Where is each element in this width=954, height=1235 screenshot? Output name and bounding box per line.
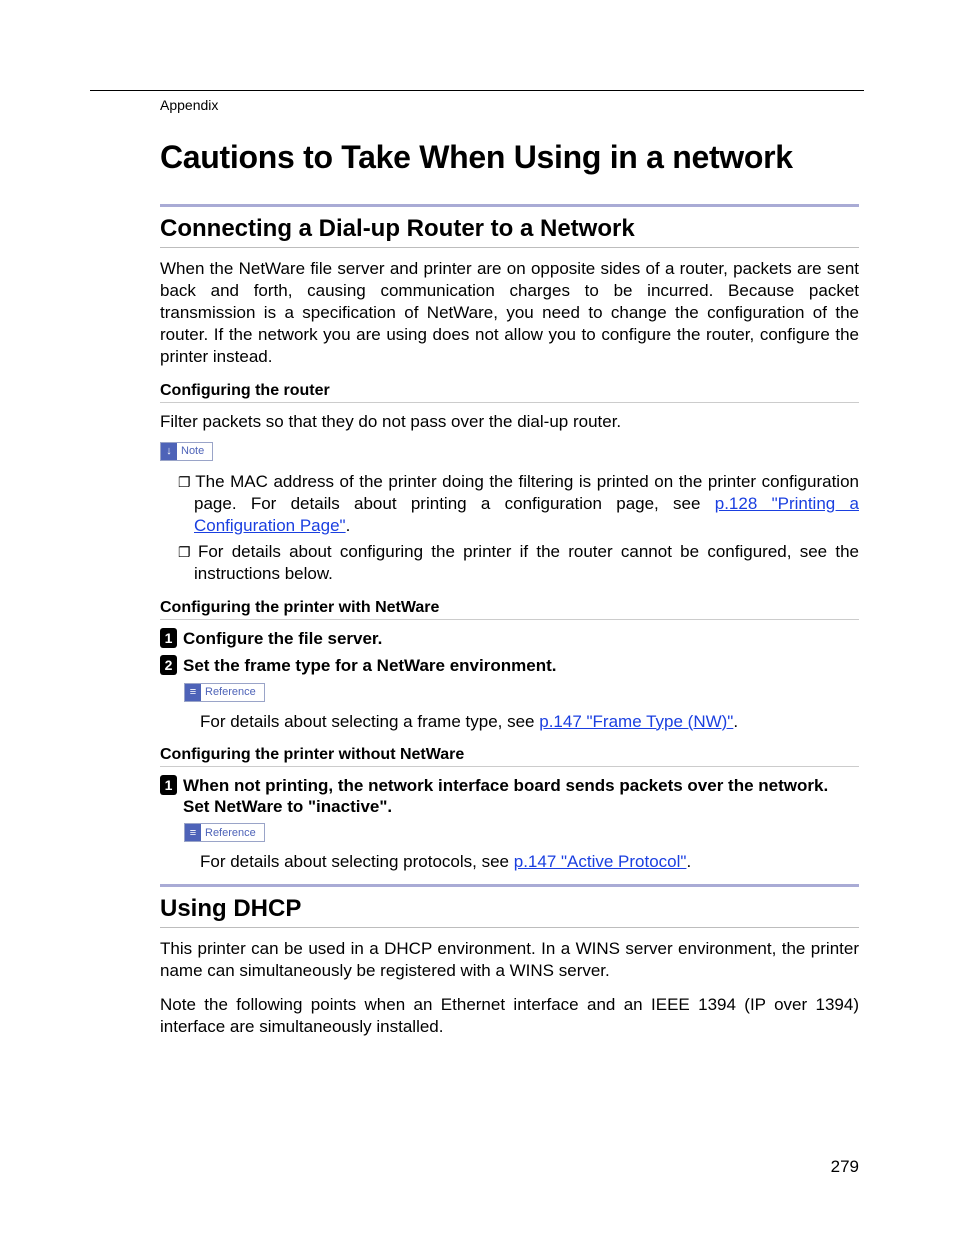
divider [160,619,859,620]
divider [160,402,859,403]
reference-text: For details about selecting protocols, s… [200,852,859,872]
list-item: The MAC address of the printer doing the… [160,471,859,537]
arrow-down-icon: ↓ [161,443,177,460]
divider [160,927,859,928]
reference-block: ≡ Reference [184,819,859,848]
sub-heading-with-netware: Configuring the printer with NetWare [160,599,859,617]
paragraph: This printer can be used in a DHCP envir… [160,938,859,982]
page-number: 279 [831,1157,859,1177]
document-icon: ≡ [185,824,201,841]
note-badge: ↓ Note [160,442,213,461]
page: Appendix Cautions to Take When Using in … [0,0,954,1235]
step-number-icon: 2 [160,655,177,675]
note-label: Note [177,443,212,460]
divider [160,766,859,767]
breadcrumb: Appendix [160,97,864,113]
paragraph: Note the following points when an Ethern… [160,994,859,1038]
sub-heading-router: Configuring the router [160,382,859,400]
header-rule [90,90,864,91]
step-text: Configure the file server. [183,628,382,649]
step-number-icon: 1 [160,775,177,795]
note-list: The MAC address of the printer doing the… [160,471,859,585]
step-1: 1 Configure the file server. [160,628,859,649]
step-2: 2 Set the frame type for a NetWare envir… [160,655,859,676]
reference-label: Reference [201,824,264,841]
link-active-protocol[interactable]: p.147 "Active Protocol" [514,852,687,871]
section-rule [160,204,859,207]
section-rule [160,884,859,887]
reference-badge: ≡ Reference [184,683,265,702]
link-frame-type[interactable]: p.147 "Frame Type (NW)" [539,712,733,731]
reference-text: For details about selecting a frame type… [200,712,859,732]
paragraph: Filter packets so that they do not pass … [160,411,859,433]
divider [160,247,859,248]
step-text: When not printing, the network interface… [183,775,859,818]
paragraph: When the NetWare file server and printer… [160,258,859,368]
step-number-icon: 1 [160,628,177,648]
reference-label: Reference [201,684,264,701]
page-title: Cautions to Take When Using in a network [160,139,859,176]
list-item: For details about configuring the printe… [160,541,859,585]
sub-heading-without-netware: Configuring the printer without NetWare [160,746,859,764]
section-heading-dhcp: Using DHCP [160,895,859,923]
section-heading-dialup: Connecting a Dial-up Router to a Network [160,215,859,243]
document-icon: ≡ [185,684,201,701]
note-text: . [346,516,351,535]
content-area: Cautions to Take When Using in a network… [160,139,859,1038]
reference-block: ≡ Reference [184,679,859,708]
reference-badge: ≡ Reference [184,823,265,842]
step-1: 1 When not printing, the network interfa… [160,775,859,818]
step-text: Set the frame type for a NetWare environ… [183,655,556,676]
